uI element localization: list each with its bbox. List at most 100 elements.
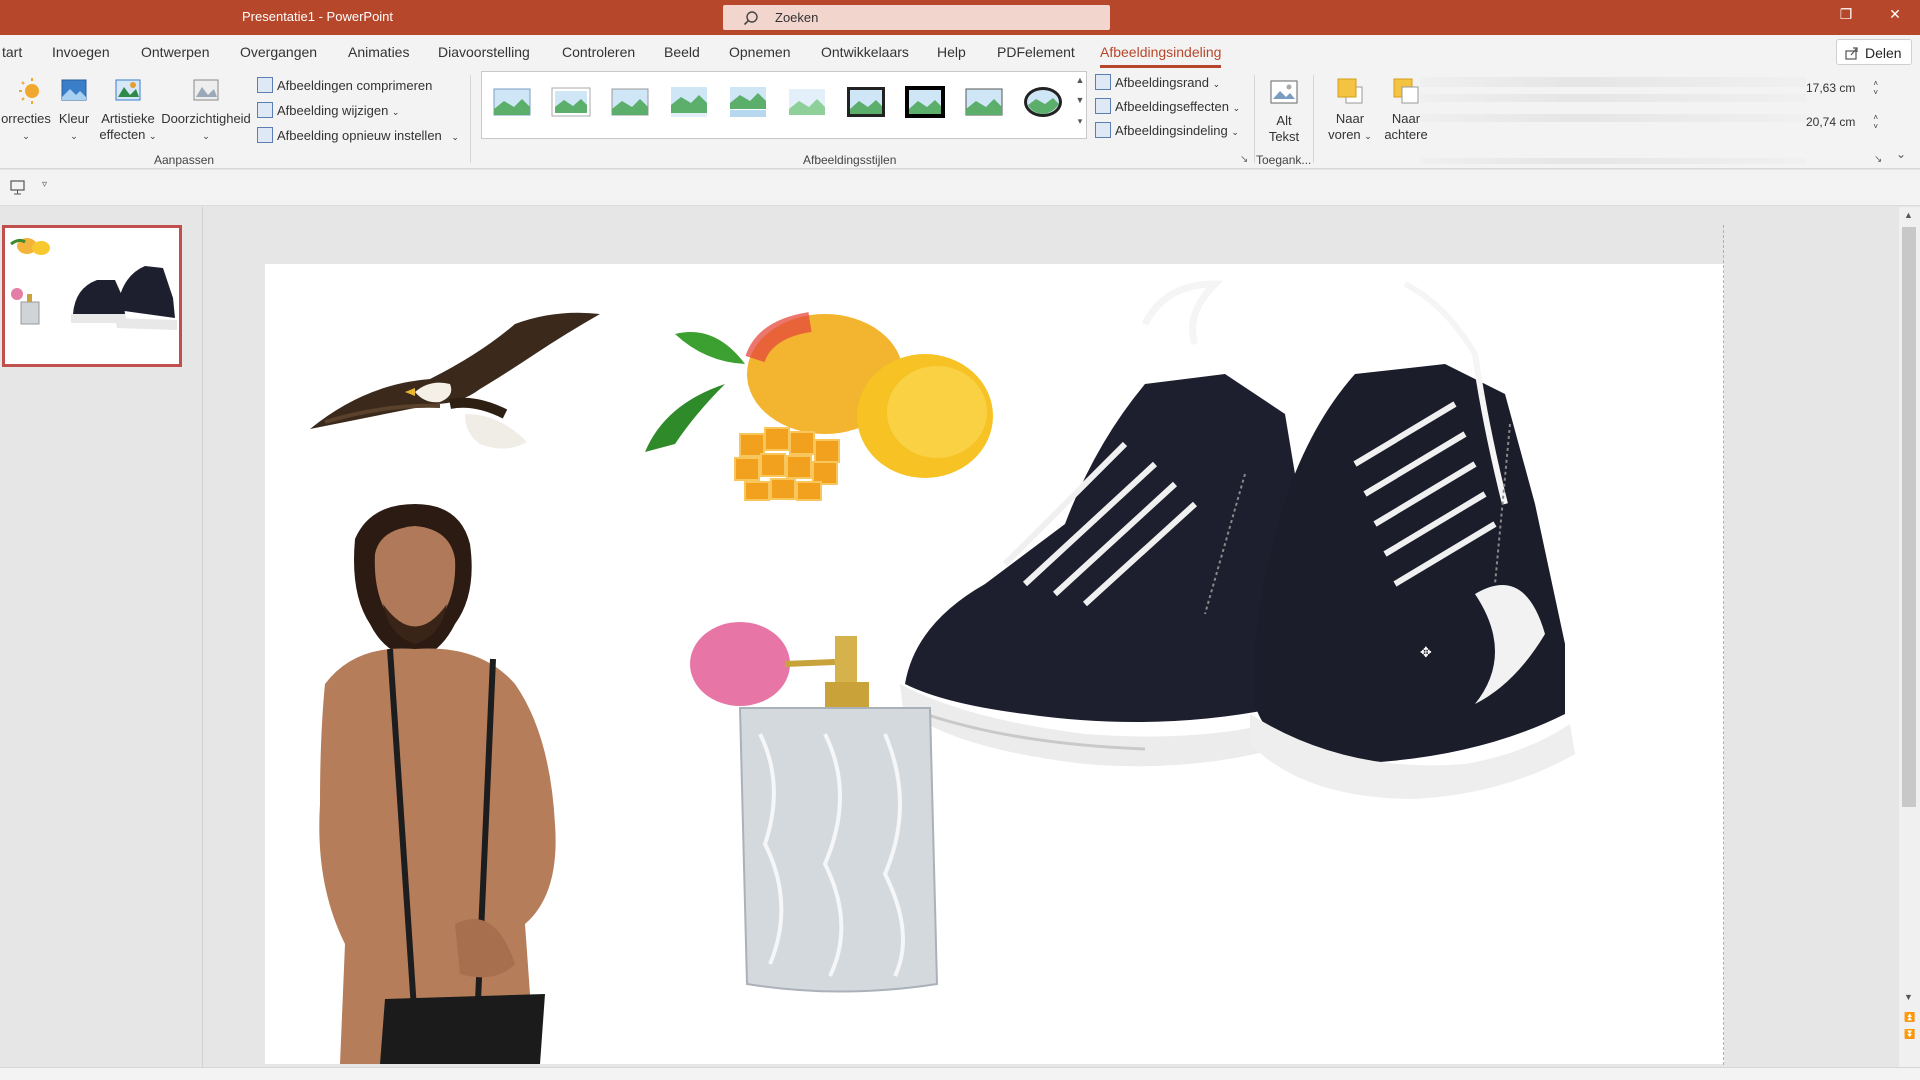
picture-style-7[interactable]: [846, 85, 886, 119]
scroll-down-icon[interactable]: ▼: [1904, 992, 1913, 1002]
transparency-label: Doorzichtigheid: [161, 111, 251, 126]
tab-afbeeldingsindeling[interactable]: Afbeeldingsindeling: [1100, 44, 1222, 68]
man-image[interactable]: [319, 504, 556, 1064]
tab-pdfelement[interactable]: PDFelement: [997, 44, 1075, 60]
share-icon: [1845, 47, 1858, 60]
height-value: 17,63 cm: [1806, 81, 1856, 95]
tab-opnemen[interactable]: Opnemen: [729, 44, 790, 60]
perfume-image[interactable]: [690, 622, 939, 993]
compress-label: Afbeeldingen comprimeren: [277, 78, 433, 93]
reset-picture-button[interactable]: Afbeelding opnieuw instellen ⌄: [257, 127, 459, 143]
alt-text-label-1: Alt: [1276, 113, 1292, 128]
picture-style-5[interactable]: [728, 85, 768, 119]
slide-thumbnail-pane: [0, 207, 203, 1067]
corrections-button[interactable]: orrecties ⌄: [0, 75, 52, 144]
mango-image[interactable]: [645, 312, 993, 501]
picture-style-8[interactable]: [905, 85, 945, 119]
tab-controleren[interactable]: Controleren: [562, 44, 635, 60]
send-backward-icon: [1393, 78, 1419, 104]
gallery-scroll-up-icon[interactable]: ▲: [1073, 75, 1087, 97]
tab-start[interactable]: tart: [2, 44, 22, 60]
picture-style-9[interactable]: [964, 85, 1004, 119]
picture-style-2[interactable]: [551, 85, 591, 119]
previous-slide-icon[interactable]: ⏫: [1904, 1012, 1915, 1023]
reset-picture-icon: [257, 127, 273, 143]
tab-invoegen[interactable]: Invoegen: [52, 44, 110, 60]
scrollbar-thumb[interactable]: [1902, 227, 1916, 807]
slide-thumbnail-1[interactable]: [2, 225, 182, 367]
blurred-region: [1420, 77, 1806, 87]
slide-canvas[interactable]: ✥: [265, 264, 1724, 1064]
compress-icon: [257, 77, 273, 93]
next-slide-icon[interactable]: ⏬: [1904, 1029, 1915, 1040]
width-spinner-icon[interactable]: ˄ ˅: [1873, 113, 1878, 131]
move-cursor-icon: ✥: [1420, 645, 1432, 661]
picture-style-4[interactable]: [669, 85, 709, 119]
color-label: Kleur: [58, 111, 90, 126]
ribbon-tabs: tart Invoegen Ontwerpen Overgangen Anima…: [0, 35, 1920, 69]
picture-style-6[interactable]: [787, 85, 827, 119]
alt-text-button[interactable]: Alt Tekst: [1262, 77, 1306, 145]
change-picture-button[interactable]: Afbeelding wijzigen ⌄: [257, 102, 399, 118]
styles-dialog-launcher-icon[interactable]: ↘: [1240, 154, 1248, 165]
tab-beeld[interactable]: Beeld: [664, 44, 700, 60]
start-from-beginning-icon[interactable]: [9, 179, 26, 196]
restore-window-icon[interactable]: ❐: [1834, 6, 1858, 28]
picture-border-icon: [1095, 74, 1111, 90]
shape-height-field[interactable]: 17,63 cm ˄ ˅: [1806, 79, 1882, 103]
title-bar: Presentatie1 - PowerPoint Zoeken ❐ ✕: [0, 0, 1920, 35]
blurred-region: [1420, 94, 1806, 102]
height-spinner-icon[interactable]: ˄ ˅: [1873, 79, 1878, 97]
width-value: 20,74 cm: [1806, 115, 1856, 129]
blurred-region: [1420, 114, 1806, 122]
alt-text-label-2: Tekst: [1268, 129, 1300, 144]
ribbon-separator: [1313, 75, 1314, 163]
picture-border-label: Afbeeldingsrand: [1115, 75, 1209, 90]
gallery-scroll-down-icon[interactable]: ▼: [1073, 95, 1087, 117]
picture-style-10[interactable]: [1023, 85, 1063, 119]
quick-access-toolbar: ▿: [0, 170, 1920, 206]
vertical-scrollbar[interactable]: ▲ ▼ ⏫ ⏬: [1899, 207, 1920, 1067]
artistic-effects-button[interactable]: Artistieke effecten ⌄: [96, 75, 160, 144]
ribbon-separator: [470, 75, 471, 163]
shape-width-field[interactable]: 20,74 cm ˄ ˅: [1806, 113, 1882, 137]
reset-picture-label: Afbeelding opnieuw instellen: [277, 128, 442, 143]
transparency-button[interactable]: Doorzichtigheid ⌄: [160, 75, 252, 144]
tab-ontwikkelaars[interactable]: Ontwikkelaars: [821, 44, 909, 60]
picture-style-3[interactable]: [610, 85, 650, 119]
size-dialog-launcher-icon[interactable]: ↘: [1874, 154, 1882, 165]
picture-layout-button[interactable]: Afbeeldingsindeling ⌄: [1095, 122, 1239, 138]
bring-forward-button[interactable]: Naar voren ⌄: [1322, 75, 1378, 144]
picture-layout-label: Afbeeldingsindeling: [1115, 123, 1228, 138]
sun-icon: [19, 78, 39, 104]
tab-diavoorstelling[interactable]: Diavoorstelling: [438, 44, 530, 60]
share-button[interactable]: Delen: [1836, 39, 1912, 65]
transparency-icon: [193, 79, 219, 101]
group-label-afbeeldingsstijlen: Afbeeldingsstijlen: [803, 153, 897, 167]
compress-pictures-button[interactable]: Afbeeldingen comprimeren: [257, 77, 432, 93]
group-label-toegankelijkheid: Toegank...: [1256, 153, 1312, 167]
send-backward-label-1: Naar: [1391, 111, 1421, 126]
customize-qat-icon[interactable]: ▿: [42, 179, 47, 190]
tab-ontwerpen[interactable]: Ontwerpen: [141, 44, 209, 60]
picture-layout-icon: [1095, 122, 1111, 138]
slide-artwork: ✥: [310, 280, 1575, 1064]
picture-styles-gallery: [481, 71, 1087, 139]
artistic-effects-icon: [115, 79, 141, 101]
gallery-more-icon[interactable]: ▾: [1073, 116, 1087, 138]
scroll-up-icon[interactable]: ▲: [1904, 210, 1913, 220]
eagle-image[interactable]: [310, 312, 600, 449]
tab-animaties[interactable]: Animaties: [348, 44, 409, 60]
tab-help[interactable]: Help: [937, 44, 966, 60]
close-window-icon[interactable]: ✕: [1883, 6, 1907, 28]
blurred-region: [1420, 158, 1806, 164]
sneakers-image[interactable]: ✥: [900, 280, 1575, 799]
color-button[interactable]: Kleur ⌄: [54, 75, 94, 144]
picture-border-button[interactable]: Afbeeldingsrand ⌄: [1095, 74, 1220, 90]
search-box[interactable]: Zoeken: [723, 5, 1110, 30]
change-picture-label: Afbeelding wijzigen: [277, 103, 389, 118]
tab-overgangen[interactable]: Overgangen: [240, 44, 317, 60]
picture-style-1[interactable]: [492, 85, 532, 119]
picture-effects-button[interactable]: Afbeeldingseffecten ⌄: [1095, 98, 1240, 114]
collapse-ribbon-icon[interactable]: ⌄: [1896, 147, 1906, 161]
